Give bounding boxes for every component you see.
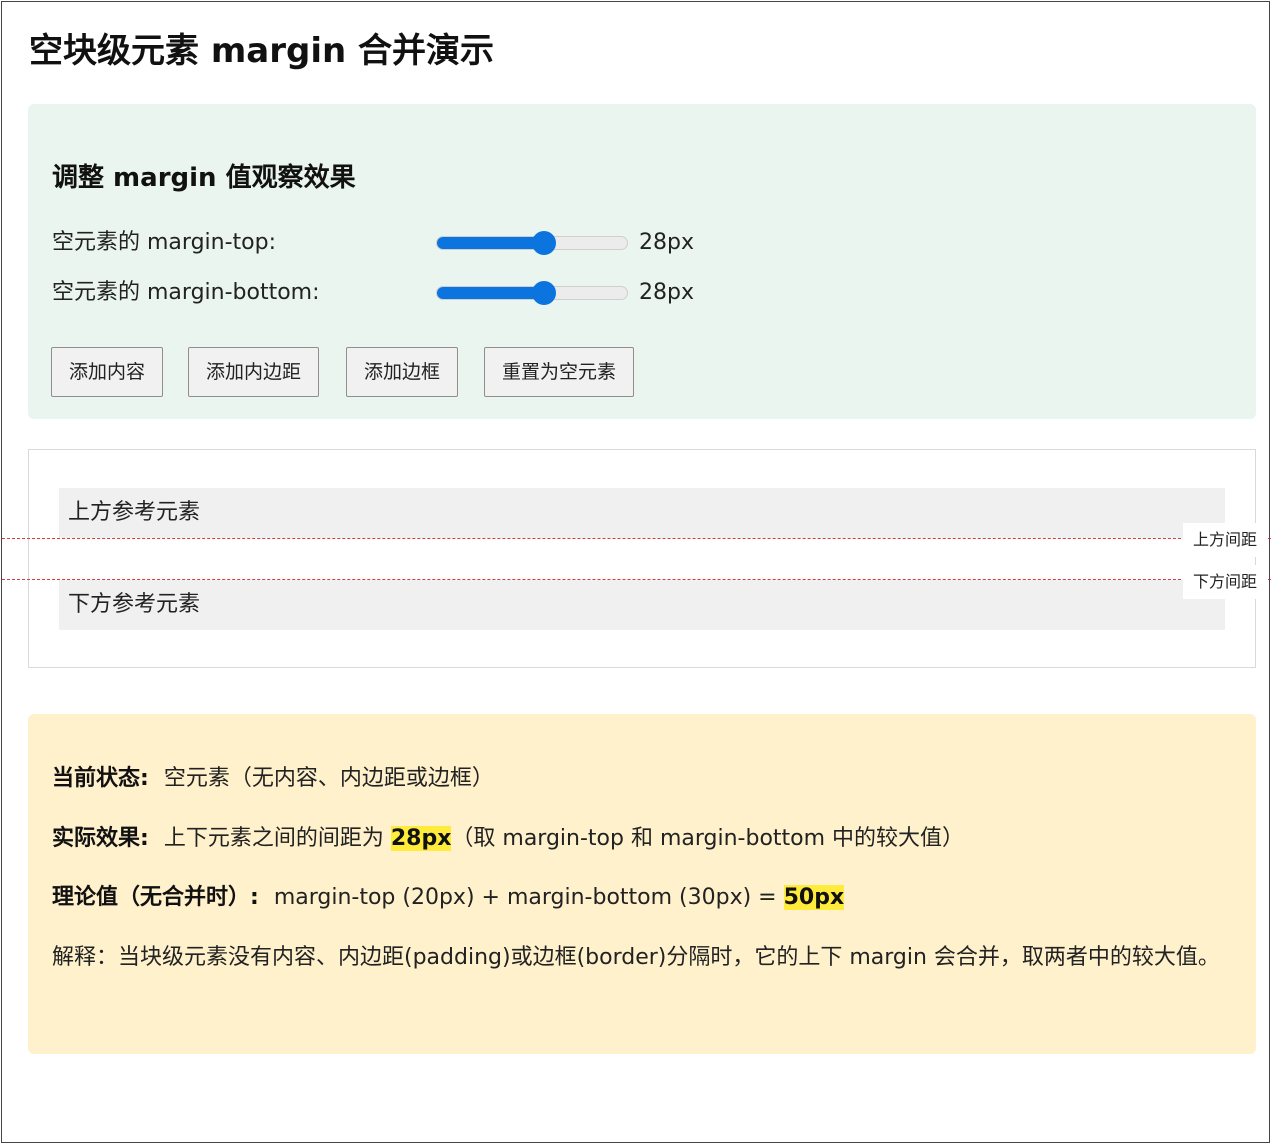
margin-bottom-value: 28px [639, 280, 694, 305]
current-state-value: 空元素（无内容、内边距或边框） [163, 766, 494, 791]
control-panel-title: 调整 margin 值观察效果 [52, 163, 356, 193]
theory-value-result: 50px [783, 885, 845, 910]
margin-bottom-label: 空元素的 margin-bottom: [52, 280, 320, 305]
top-gap-guide-line [2, 538, 1271, 539]
actual-effect-line: 实际效果: 上下元素之间的间距为 28px（取 margin-top 和 mar… [52, 824, 964, 854]
current-state-key: 当前状态: [52, 766, 149, 791]
theory-value-key: 理论值（无合并时）: [52, 885, 259, 910]
margin-bottom-slider[interactable] [436, 281, 628, 305]
bottom-gap-guide-line [2, 579, 1271, 580]
slider-fill [437, 237, 545, 249]
demo-area: 上方参考元素 下方参考元素 [28, 449, 1256, 668]
actual-effect-value: 28px [390, 826, 452, 851]
margin-top-control: 空元素的 margin-top: 28px [52, 228, 752, 258]
slider-fill [437, 287, 545, 299]
current-state-line: 当前状态: 空元素（无内容、内边距或边框） [52, 764, 494, 794]
actual-effect-text: 上下元素之间的间距为 [163, 826, 384, 851]
margin-top-slider[interactable] [436, 231, 628, 255]
control-panel: 调整 margin 值观察效果 空元素的 margin-top: 28px 空元… [28, 104, 1256, 419]
theory-value-line: 理论值（无合并时）: margin-top (20px) + margin-bo… [52, 883, 845, 913]
margin-top-value: 28px [639, 230, 694, 255]
add-border-button[interactable]: 添加边框 [346, 347, 459, 397]
theory-value-formula: margin-top (20px) + margin-bottom (30px)… [273, 885, 777, 910]
slider-thumb[interactable] [531, 281, 556, 305]
reset-button[interactable]: 重置为空元素 [484, 347, 635, 397]
page-title: 空块级元素 margin 合并演示 [29, 31, 495, 71]
add-padding-button[interactable]: 添加内边距 [188, 347, 320, 397]
info-panel: 当前状态: 空元素（无内容、内边距或边框） 实际效果: 上下元素之间的间距为 2… [28, 714, 1256, 1054]
add-content-button[interactable]: 添加内容 [51, 347, 164, 397]
bottom-reference-block: 下方参考元素 [59, 580, 1225, 630]
top-reference-block: 上方参考元素 [59, 488, 1225, 538]
actual-effect-note: （取 margin-top 和 margin-bottom 中的较大值） [451, 826, 965, 851]
bottom-gap-label: 下方间距 [1183, 565, 1267, 599]
top-gap-label: 上方间距 [1183, 523, 1267, 557]
margin-bottom-control: 空元素的 margin-bottom: 28px [52, 278, 752, 308]
actual-effect-key: 实际效果: [52, 826, 149, 851]
margin-top-label: 空元素的 margin-top: [52, 230, 276, 255]
explanation-text: 解释：当块级元素没有内容、内边距(padding)或边框(border)分隔时，… [52, 945, 1220, 970]
slider-thumb[interactable] [531, 231, 556, 255]
browser-page: 空块级元素 margin 合并演示 调整 margin 值观察效果 空元素的 m… [1, 1, 1271, 1143]
